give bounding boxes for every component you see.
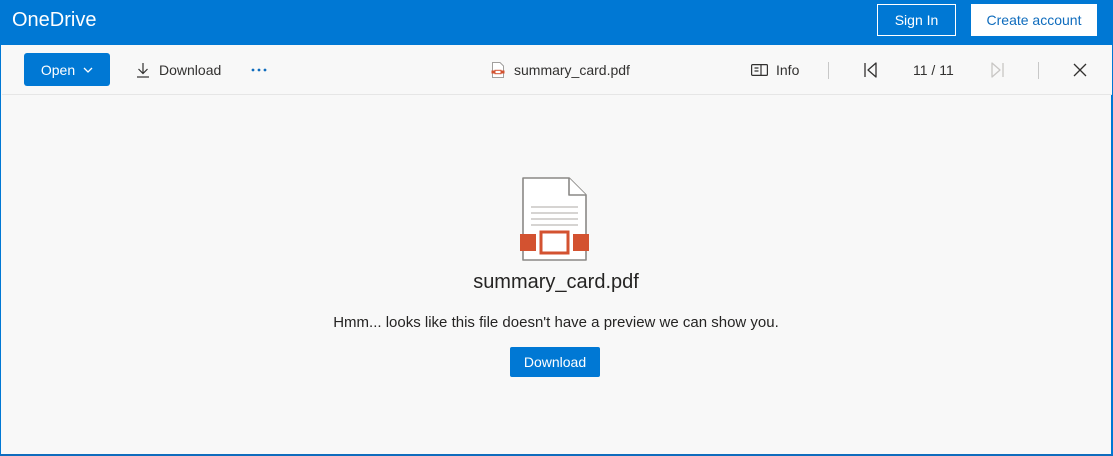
download-icon xyxy=(137,62,149,78)
create-account-button[interactable]: Create account xyxy=(971,4,1097,36)
last-page-icon[interactable] xyxy=(988,61,1006,79)
toolbar-download-button[interactable]: Download xyxy=(135,53,221,86)
command-bar: Open Download summary_card.pdf Info 11 /… xyxy=(2,45,1112,95)
pdf-file-icon xyxy=(491,61,505,78)
file-title: summary_card.pdf xyxy=(491,53,630,86)
more-options-button[interactable] xyxy=(249,53,269,86)
first-page-icon[interactable] xyxy=(862,61,880,79)
no-preview-message: Hmm... looks like this file doesn't have… xyxy=(333,314,779,331)
open-button[interactable]: Open xyxy=(24,53,110,86)
download-button[interactable]: Download xyxy=(510,347,600,377)
info-icon xyxy=(751,63,768,76)
document-icon xyxy=(520,177,589,261)
toolbar-download-label: Download xyxy=(159,61,222,78)
chevron-down-icon xyxy=(83,67,93,73)
close-icon[interactable] xyxy=(1071,61,1089,79)
toolbar-divider xyxy=(828,62,829,79)
page-indicator: 11 / 11 xyxy=(913,62,954,78)
preview-file-name: summary_card.pdf xyxy=(473,271,639,293)
sign-in-button[interactable]: Sign In xyxy=(877,4,956,36)
top-header: OneDrive Sign In Create account xyxy=(1,0,1113,45)
onedrive-viewer-window: OneDrive Sign In Create account Open Dow… xyxy=(0,0,1113,456)
info-button[interactable]: Info xyxy=(751,53,799,86)
file-title-label: summary_card.pdf xyxy=(514,61,630,78)
brand-logo[interactable]: OneDrive xyxy=(12,9,96,32)
toolbar-divider xyxy=(1038,62,1039,79)
open-button-label: Open xyxy=(40,61,76,78)
info-label: Info xyxy=(776,61,800,78)
more-icon xyxy=(251,68,267,71)
